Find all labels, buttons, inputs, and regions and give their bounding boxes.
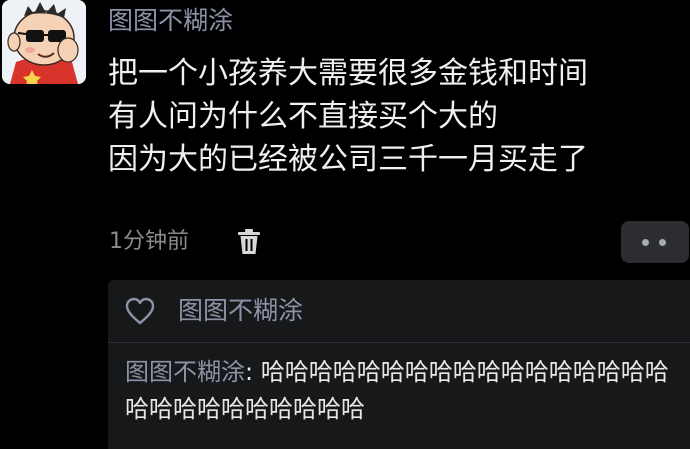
comment-separator: : — [245, 358, 261, 386]
post-text-line: 因为大的已经被公司三千一月买走了 — [108, 142, 588, 177]
post-text-line: 把一个小孩养大需要很多金钱和时间 — [108, 56, 588, 91]
likes-row: 图图不糊涂 — [108, 280, 690, 342]
trash-icon — [238, 229, 260, 254]
more-button[interactable] — [621, 221, 689, 263]
avatar[interactable] — [2, 0, 86, 84]
post-body: 把一个小孩养大需要很多金钱和时间 有人问为什么不直接买个大的 因为大的已经被公司… — [108, 52, 688, 181]
heart-icon[interactable] — [124, 296, 156, 326]
comment[interactable]: 图图不糊涂: 哈哈哈哈哈哈哈哈哈哈哈哈哈哈哈哈哈哈哈哈哈哈哈哈哈哈哈 — [125, 354, 687, 428]
divider — [108, 342, 690, 343]
more-dots-icon — [659, 239, 666, 246]
delete-button[interactable] — [234, 227, 264, 257]
more-dots-icon — [642, 239, 649, 246]
post-text-line: 有人问为什么不直接买个大的 — [108, 99, 498, 134]
comment-author[interactable]: 图图不糊涂 — [125, 358, 245, 386]
liker-name[interactable]: 图图不糊涂 — [178, 293, 303, 329]
post-author[interactable]: 图图不糊涂 — [108, 4, 233, 38]
cartoon-boy-avatar-icon — [2, 0, 86, 84]
post-timestamp: 1分钟前 — [109, 229, 189, 254]
interaction-panel: 图图不糊涂 图图不糊涂: 哈哈哈哈哈哈哈哈哈哈哈哈哈哈哈哈哈哈哈哈哈哈哈哈哈哈哈 — [108, 280, 690, 449]
